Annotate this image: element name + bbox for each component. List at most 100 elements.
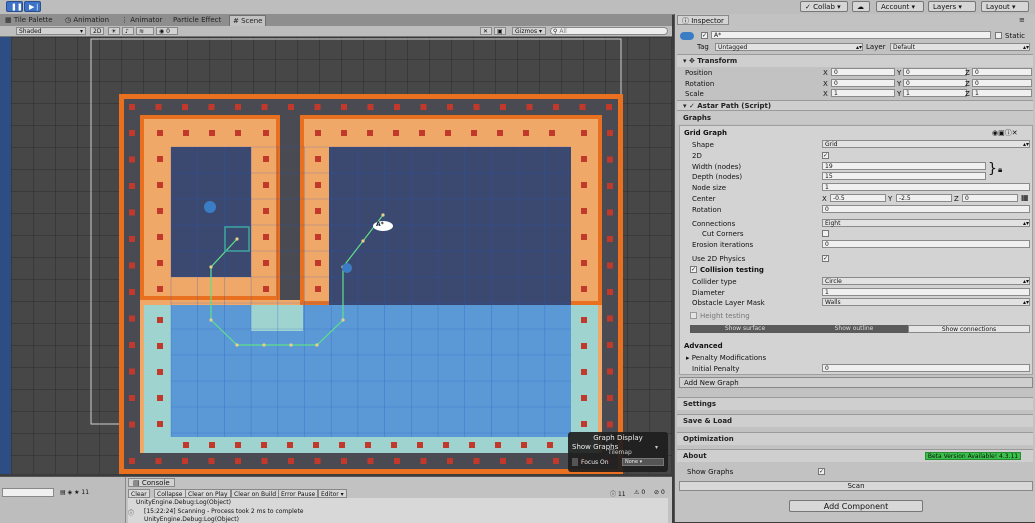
transform-rotation-y[interactable]: 0 <box>903 78 967 87</box>
console-log-count[interactable]: ⓘ 11 <box>610 489 626 498</box>
axis-y-label: Y <box>897 90 902 98</box>
cut-corners-checkbox[interactable] <box>822 230 829 237</box>
show-connections-toggle[interactable]: Show connections <box>908 325 1030 333</box>
transform-scale-z[interactable]: 1 <box>972 89 1032 97</box>
console-editor-dropdown[interactable]: Editor ▾ <box>318 489 347 498</box>
console-error-count[interactable]: ⊘ 0 <box>654 489 665 496</box>
log-line[interactable]: UnityEngine.Debug:Log(Object) <box>136 499 231 506</box>
tab-particle-effect[interactable]: Particle Effect <box>170 15 224 26</box>
tab-tile-palette[interactable]: ▦ Tile Palette <box>2 15 56 26</box>
cloud-button[interactable]: ☁ <box>852 1 870 12</box>
red-tile <box>581 208 587 214</box>
tools-toggle[interactable]: ✕ <box>480 27 492 35</box>
tag-dropdown[interactable]: Untagged ▴▾ <box>715 43 863 51</box>
scene-view[interactable]: A* Graph Display Show Graphs Tilemap ▾ F… <box>11 37 672 474</box>
account-dropdown[interactable]: Account ▾ <box>876 1 924 12</box>
transform-position-x[interactable]: 0 <box>831 68 895 76</box>
scene-camera-button[interactable]: ▣ <box>494 27 506 35</box>
collab-button[interactable]: ✓ Collab ▾ <box>800 1 848 12</box>
console-clear-on-play-button[interactable]: Clear on Play <box>185 489 231 498</box>
console-clear-button[interactable]: Clear <box>128 489 150 498</box>
shading-dropdown[interactable]: Shaded ▾ <box>16 27 86 35</box>
transform-rotation-z[interactable]: 0 <box>972 78 1032 87</box>
gameobject-name-field[interactable]: A* <box>711 31 991 39</box>
collider-type-dropdown[interactable]: Circle ▴▾ <box>822 277 1030 285</box>
2d-toggle[interactable]: 2D <box>90 27 104 35</box>
astar-script-header[interactable]: ▾ ✓ Astar Path (Script) <box>677 100 1033 110</box>
transform-rotation-x[interactable]: 0 <box>831 78 895 87</box>
grid-snap-icon[interactable]: ▦ <box>1021 193 1029 202</box>
depth-field[interactable]: 15 <box>822 172 986 180</box>
effects-dropdown[interactable]: ≋ <box>136 27 154 35</box>
console-panel: ▤ ◈ ★ 11 ▤ Console Clear Collapse Clear … <box>0 476 672 523</box>
node-size-field[interactable]: 1 <box>822 183 1030 191</box>
overlay-focus-dropdown[interactable]: None ▾ <box>622 458 664 466</box>
show-graphs-checkbox[interactable]: ✓ <box>818 468 825 475</box>
light-toggle[interactable]: ☀ <box>108 27 120 35</box>
scene-search-input[interactable]: ⚲ All <box>550 27 668 35</box>
tab-animator[interactable]: ⋮ Animator <box>118 15 165 26</box>
overlay-checkbox[interactable] <box>572 458 578 466</box>
gameobject-active-checkbox[interactable]: ✓ <box>701 32 708 39</box>
scan-button[interactable]: Scan <box>679 481 1033 491</box>
overlay-tilemap[interactable]: Tilemap <box>608 449 632 456</box>
height-testing-checkbox[interactable] <box>690 312 697 319</box>
audio-toggle[interactable]: ♪ <box>122 27 134 35</box>
transform-scale-x[interactable]: 1 <box>831 89 895 97</box>
rotation-field[interactable]: 0 <box>822 205 1030 213</box>
graph-header-icons[interactable]: ◉▣ⓘ✕ <box>992 128 1018 138</box>
tab-inspector[interactable]: ⓘ Inspector <box>677 15 729 25</box>
console-clear-on-build-button[interactable]: Clear on Build <box>231 489 280 498</box>
initial-penalty-field[interactable]: 0 <box>822 364 1030 372</box>
tab-scene[interactable]: # Scene <box>229 15 267 26</box>
console-error-pause-button[interactable]: Error Pause <box>278 489 319 498</box>
show-surface-toggle[interactable]: Show surface <box>690 325 800 333</box>
console-collapse-button[interactable]: Collapse <box>154 489 186 498</box>
lock-icon[interactable]: 🔒︎ <box>998 165 1002 175</box>
layer-dropdown[interactable]: Default ▴▾ <box>890 43 1030 51</box>
transform-header[interactable]: ▾ ✥ Transform <box>677 54 1033 67</box>
layout-dropdown[interactable]: Layout ▾ <box>981 1 1029 12</box>
project-search-input[interactable] <box>2 488 54 497</box>
transform-scale-y[interactable]: 1 <box>903 89 967 97</box>
red-tile <box>315 260 321 266</box>
width-field[interactable]: 19 <box>822 162 986 170</box>
add-new-graph-button[interactable]: Add New Graph <box>679 377 1033 388</box>
layers-dropdown[interactable]: Layers ▾ <box>928 1 976 12</box>
tab-console[interactable]: ▤ Console <box>128 478 175 487</box>
gizmos-dropdown[interactable]: Gizmos ▾ <box>512 27 546 35</box>
optimization-section[interactable]: Optimization <box>677 432 1033 445</box>
transform-position-z[interactable]: 0 <box>972 68 1032 76</box>
add-component-button[interactable]: Add Component <box>789 500 923 512</box>
graph-display-overlay: Graph Display Show Graphs Tilemap ▾ Focu… <box>568 432 668 472</box>
center-y-field[interactable]: -2.5 <box>896 194 952 202</box>
inspector-menu-icon[interactable]: ≡ <box>1019 16 1025 24</box>
step-button[interactable]: ▶❘ <box>24 1 41 12</box>
log-line[interactable]: [15:22:24] Scanning - Process took 2 ms … <box>144 508 304 515</box>
tab-animation[interactable]: ◷ Animation <box>62 15 112 26</box>
diameter-field[interactable]: 1 <box>822 288 1030 296</box>
obstacle-mask-dropdown[interactable]: Walls ▴▾ <box>822 298 1030 306</box>
shape-dropdown[interactable]: Grid ▴▾ <box>822 140 1030 148</box>
overlay-dropdown-icon[interactable]: ▾ <box>655 444 658 451</box>
use-2d-physics-checkbox[interactable]: ✓ <box>822 255 829 262</box>
save-load-section[interactable]: Save & Load <box>677 414 1033 427</box>
hidden-layers-counter[interactable]: ◉ 0 <box>156 27 178 35</box>
pause-button[interactable]: ❚❚ <box>6 1 23 12</box>
center-z-field[interactable]: 0 <box>962 194 1018 202</box>
transform-position-y[interactable]: 0 <box>903 68 967 76</box>
erosion-field[interactable]: 0 <box>822 240 1030 248</box>
project-toolbar-icons[interactable]: ▤ ◈ ★ 11 <box>60 489 89 496</box>
penalty-mods-foldout[interactable]: ▸ Penalty Modifications <box>686 354 766 362</box>
2d-checkbox[interactable]: ✓ <box>822 152 829 159</box>
collision-testing-checkbox[interactable]: ✓ <box>690 266 697 273</box>
console-warning-count[interactable]: ⚠ 0 <box>634 489 645 496</box>
static-checkbox[interactable] <box>995 32 1002 39</box>
beta-version-badge[interactable]: Beta Version Available! 4.3.11 <box>925 452 1021 460</box>
settings-section[interactable]: Settings <box>677 397 1033 410</box>
show-outline-toggle[interactable]: Show outline <box>800 325 908 333</box>
graphs-section-header[interactable]: Graphs <box>677 110 1033 124</box>
center-y-label: Y <box>888 195 893 203</box>
connections-dropdown[interactable]: Eight ▴▾ <box>822 219 1030 227</box>
center-x-field[interactable]: -0.5 <box>830 194 886 202</box>
